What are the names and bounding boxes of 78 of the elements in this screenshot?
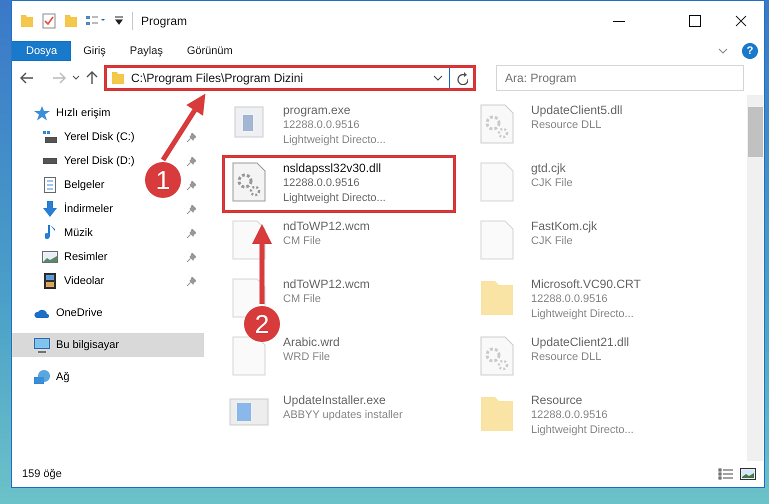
sidebar-item[interactable]: Videolar — [12, 269, 204, 293]
file-detail: WRD File — [283, 350, 332, 365]
file-name[interactable]: Resource — [531, 393, 634, 408]
address-field[interactable]: C:\Program Files\Program Dizini — [104, 65, 476, 91]
step-marker — [145, 162, 181, 198]
file-detail: Lightweight Directo... — [283, 191, 386, 206]
address-path: C:\Program Files\Program Dizini — [131, 70, 304, 87]
file-name[interactable]: ndToWP12.wcm — [283, 219, 370, 234]
folder-icon — [111, 72, 125, 84]
recent-chevron-icon[interactable] — [72, 75, 80, 81]
file-name[interactable]: UpdateClient5.dll — [531, 103, 622, 118]
ribbon-tab[interactable]: Paylaş — [118, 41, 175, 61]
search-field[interactable]: Ara: Program — [496, 65, 744, 91]
file-detail: Lightweight Directo... — [531, 423, 634, 438]
document-icon — [44, 177, 56, 193]
file-detail: CM File — [283, 292, 322, 307]
file-detail: CJK File — [531, 176, 573, 191]
file-detail: ABBYY updates installer — [283, 408, 403, 423]
file-name[interactable]: UpdateInstaller.exe — [283, 393, 403, 408]
file-detail: 12288.0.0.9516 — [531, 408, 608, 423]
download-arrow-icon — [43, 201, 57, 217]
drive-icon — [43, 158, 57, 164]
chevron-down-icon[interactable] — [433, 75, 443, 81]
file-detail: Lightweight Directo... — [283, 133, 386, 148]
ribbon-tab[interactable]: Dosya — [12, 41, 72, 61]
large-icons-view-icon[interactable] — [740, 468, 756, 480]
item-count: 159 öğe — [22, 466, 62, 482]
back-icon[interactable] — [20, 72, 34, 84]
window-title: Program — [132, 12, 188, 30]
file-name[interactable]: Arabic.wrd — [283, 335, 340, 350]
file-detail: CM File — [283, 234, 322, 249]
sidebar-item[interactable]: Bu bilgisayar — [12, 333, 204, 357]
pointer-arrow — [160, 94, 206, 162]
step-number: 1 — [156, 165, 170, 195]
cloud-icon — [34, 308, 50, 318]
up-icon[interactable] — [86, 71, 98, 85]
sidebar-item[interactable]: Ağ — [12, 365, 204, 389]
dropdown-icon[interactable] — [114, 16, 124, 26]
file-name[interactable]: Microsoft.VC90.CRT — [531, 277, 641, 292]
file-detail: Resource DLL — [531, 118, 602, 133]
sidebar-item[interactable]: Resimler — [12, 245, 204, 269]
close-icon — [735, 15, 747, 27]
details-view-icon[interactable] — [718, 468, 734, 480]
file-detail: Resource DLL — [531, 350, 602, 365]
file-detail: 12288.0.0.9516 — [531, 292, 608, 307]
sidebar-item[interactable]: Müzik — [12, 221, 204, 245]
picture-icon — [42, 251, 58, 263]
film-icon — [44, 273, 56, 289]
minimize-icon — [613, 20, 625, 22]
sidebar-item[interactable]: İndirmeler — [12, 197, 204, 221]
file-name[interactable]: nsldapssl32v30.dll — [283, 161, 386, 176]
sidebar-item[interactable]: Hızlı erişim — [12, 101, 204, 125]
step-marker — [244, 306, 280, 342]
sidebar-item[interactable]: Yerel Disk (C:) — [12, 125, 204, 149]
star-icon — [34, 106, 50, 120]
properties-icon[interactable] — [42, 13, 56, 29]
ribbon-tab[interactable]: Giriş — [71, 41, 118, 61]
maximize-icon — [689, 15, 701, 27]
file-detail: Lightweight Directo... — [531, 307, 635, 322]
computer-icon — [34, 338, 50, 352]
drive-icon — [43, 131, 57, 143]
scrollbar[interactable] — [747, 95, 764, 461]
view-list-icon[interactable] — [86, 16, 106, 26]
file-detail: 12288.0.0.9516 — [283, 176, 360, 191]
file-detail: CJK File — [531, 234, 574, 249]
music-note-icon — [45, 225, 55, 241]
ribbon-tab[interactable]: Görünüm — [174, 41, 245, 61]
sidebar-item[interactable]: OneDrive — [12, 301, 204, 325]
file-detail: 12288.0.0.9516 — [283, 118, 360, 133]
file-name[interactable]: ndToWP12.wcm — [283, 277, 370, 292]
network-icon — [34, 370, 50, 384]
file-name[interactable]: UpdateClient21.dll — [531, 335, 630, 350]
step-number: 2 — [254, 309, 270, 339]
scroll-thumb[interactable] — [748, 107, 763, 157]
file-name[interactable]: FastKom.cjk — [531, 219, 598, 234]
help-button[interactable]: ? — [742, 43, 758, 59]
file-name[interactable]: program.exe — [283, 103, 386, 118]
file-name[interactable]: gtd.cjk — [531, 161, 573, 176]
